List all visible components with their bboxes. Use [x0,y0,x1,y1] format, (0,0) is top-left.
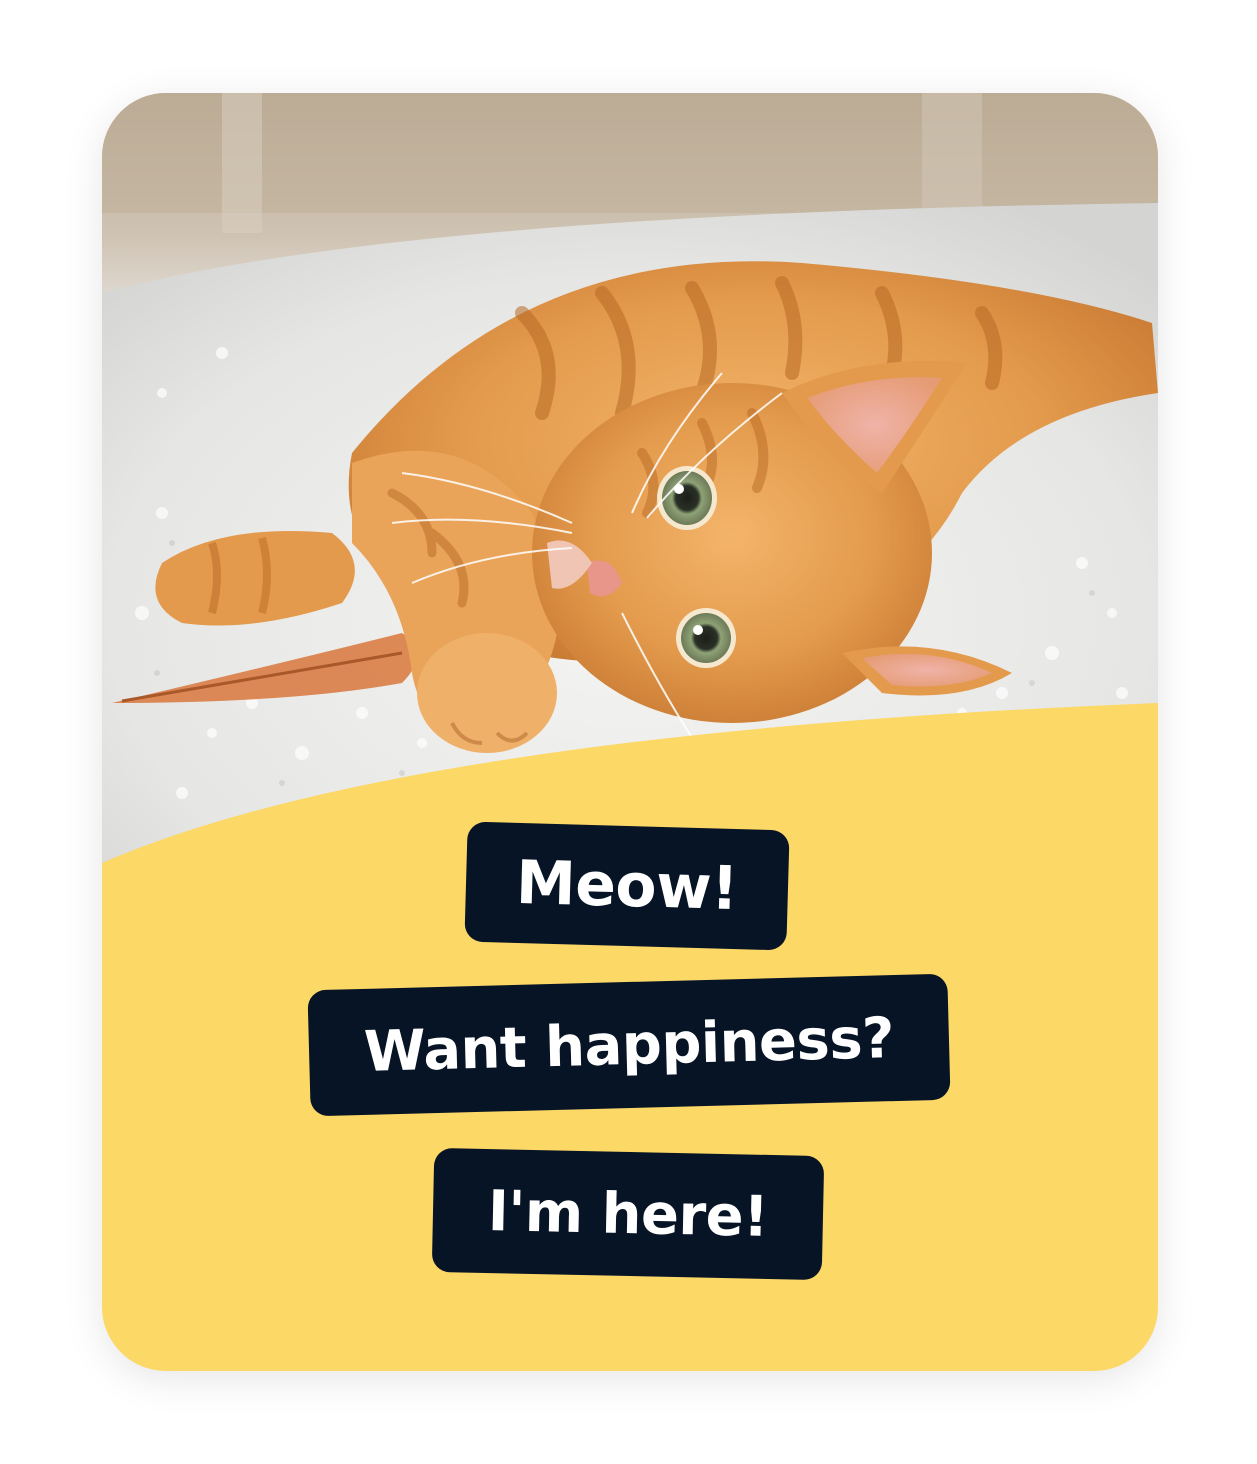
message-text: I'm here! [487,1178,769,1250]
message-pill-meow: Meow! [464,821,790,951]
message-text: Want happiness? [363,1005,895,1085]
promo-card: Meow! Want happiness? I'm here! [102,93,1158,1371]
message-pill-want-happiness: Want happiness? [307,973,951,1117]
message-pill-im-here: I'm here! [431,1147,825,1281]
message-text: Meow! [515,847,739,925]
